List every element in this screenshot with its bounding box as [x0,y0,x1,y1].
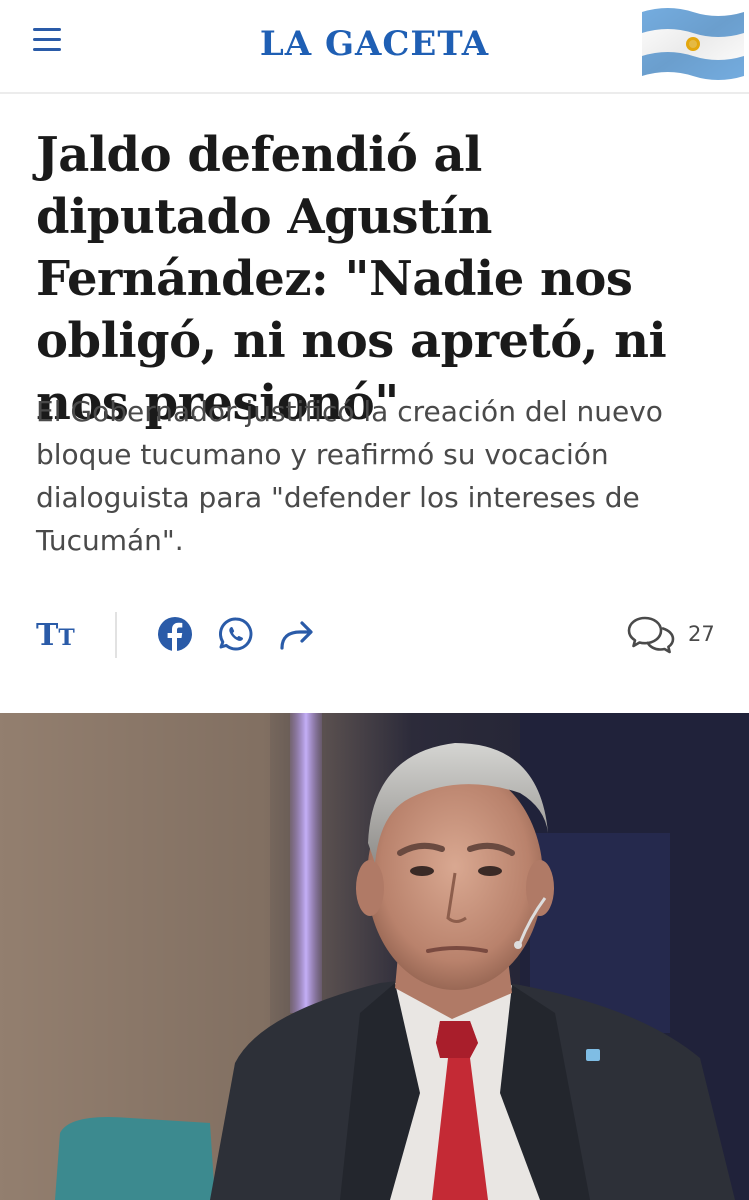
comments-icon[interactable] [626,614,676,656]
argentina-flag-icon [642,8,744,80]
text-size-small-glyph: T [58,625,75,651]
article-subtitle: El Gobernador justificó la creación del … [36,395,663,557]
text-size-big-glyph: T [36,618,59,653]
top-header: LA GACETA [0,0,749,94]
comment-count[interactable]: 27 [688,622,715,646]
article-toolbar: TT 27 [0,610,749,660]
whatsapp-icon[interactable] [218,616,254,652]
share-icon[interactable] [278,618,316,652]
text-size-icon[interactable]: TT [36,618,75,653]
site-logo[interactable]: LA GACETA [0,24,749,64]
toolbar-divider [115,612,117,658]
article-headline: Jaldo defendió al diputado Agustín Ferná… [36,127,667,431]
article-photo [0,713,749,1200]
facebook-icon[interactable] [157,616,193,652]
